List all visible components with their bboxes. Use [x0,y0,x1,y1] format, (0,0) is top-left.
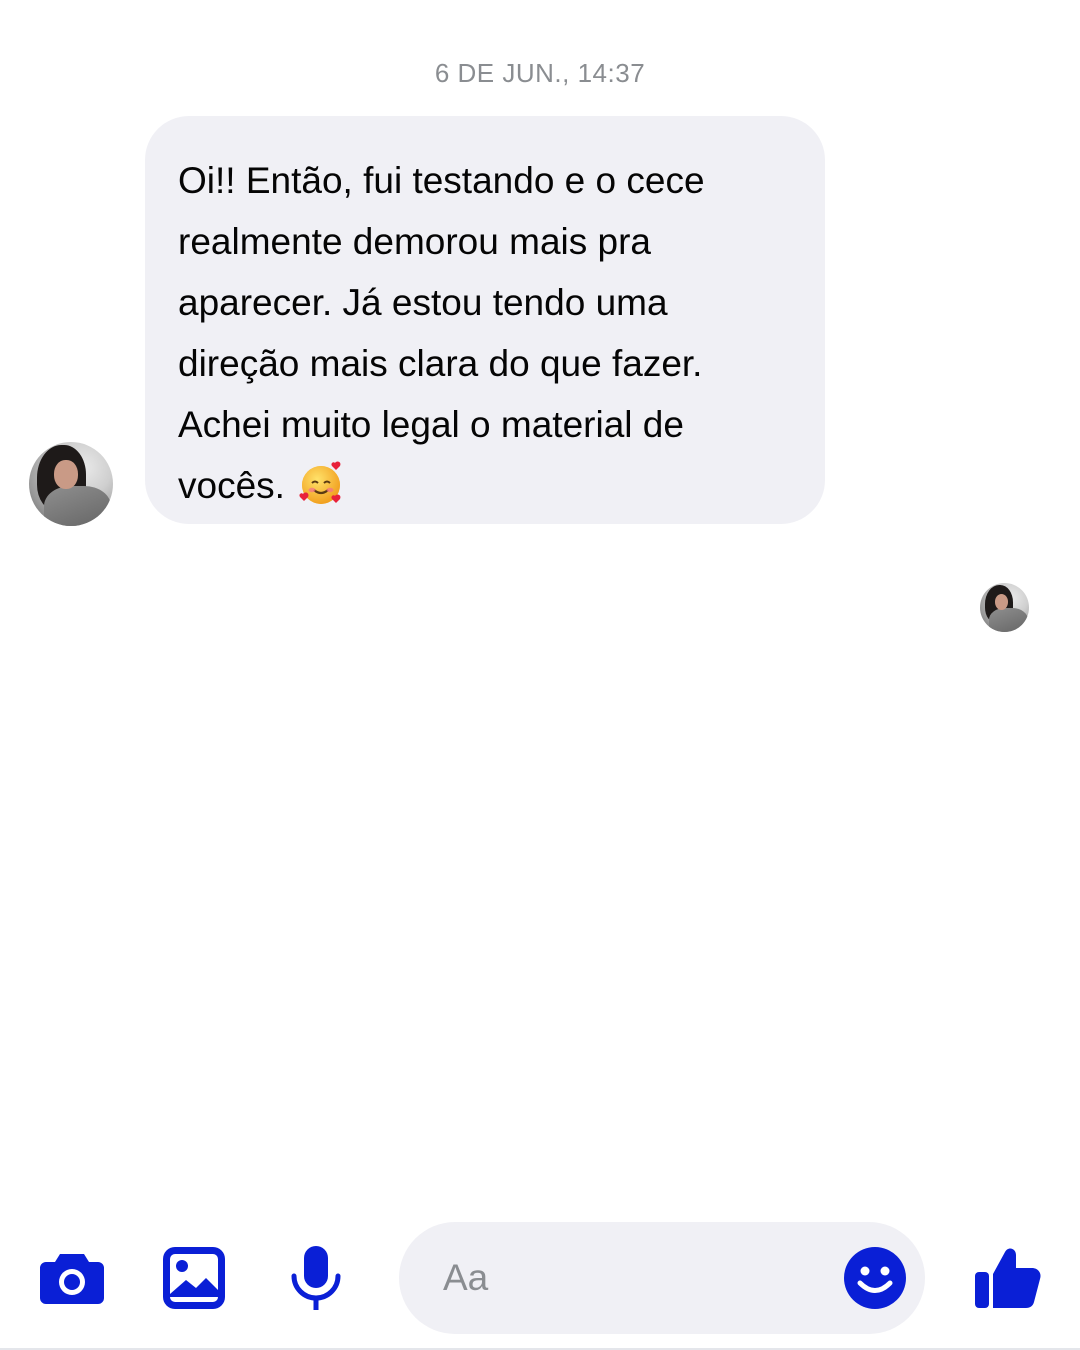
message-text: Oi!! Então, fui testando e o cece realme… [178,160,705,506]
contact-avatar[interactable] [29,442,113,526]
image-icon[interactable] [160,1244,228,1312]
microphone-icon[interactable] [282,1244,350,1312]
smiley-icon[interactable] [843,1246,907,1310]
message-input[interactable] [443,1252,823,1304]
message-composer[interactable] [399,1222,925,1334]
camera-icon[interactable] [38,1244,106,1312]
thumbs-up-icon[interactable] [972,1242,1042,1312]
seen-receipt-avatar [980,583,1029,632]
message-timestamp: 6 DE JUN., 14:37 [434,58,646,88]
message-toolbar [0,1222,1080,1334]
smiling-face-with-hearts-emoji [299,460,345,506]
received-message-bubble[interactable]: Oi!! Então, fui testando e o cece realme… [145,116,825,524]
